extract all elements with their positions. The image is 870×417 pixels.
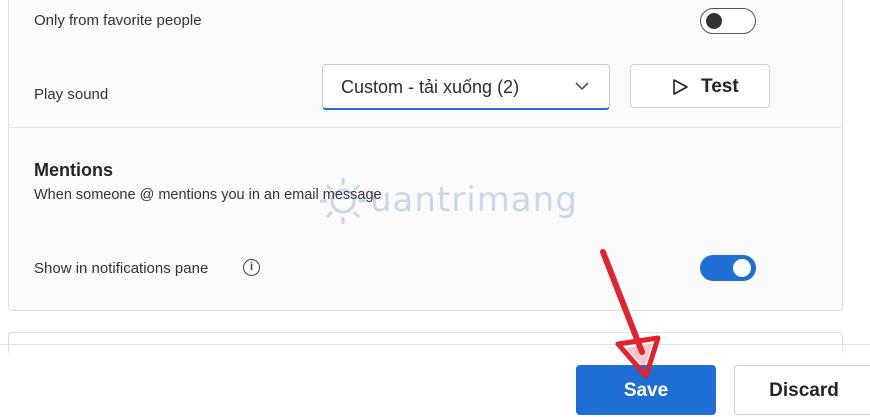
favorites-label: Only from favorite people [34, 12, 202, 29]
discard-button[interactable]: Discard [734, 365, 870, 415]
favorites-toggle[interactable] [700, 8, 756, 34]
save-button[interactable]: Save [576, 365, 716, 415]
info-icon[interactable]: i [243, 259, 260, 276]
toggle-knob [706, 13, 722, 29]
toggle-knob [733, 259, 751, 277]
show-in-pane-label: Show in notifications pane [34, 260, 209, 277]
chevron-down-icon [575, 82, 589, 91]
play-outline-icon [673, 79, 688, 95]
next-section-card [8, 332, 843, 353]
show-in-pane-toggle[interactable] [700, 255, 756, 281]
sound-select[interactable]: Custom - tải xuống (2) [322, 64, 610, 110]
mentions-heading: Mentions [34, 160, 113, 180]
play-sound-label: Play sound [34, 86, 109, 103]
test-sound-button[interactable]: Test [630, 64, 770, 108]
footer-divider [0, 344, 870, 345]
test-button-label: Test [701, 76, 739, 97]
section-divider [8, 127, 841, 128]
sound-select-value: Custom - tải xuống (2) [341, 77, 520, 97]
mentions-description: When someone @ mentions you in an email … [34, 187, 382, 203]
